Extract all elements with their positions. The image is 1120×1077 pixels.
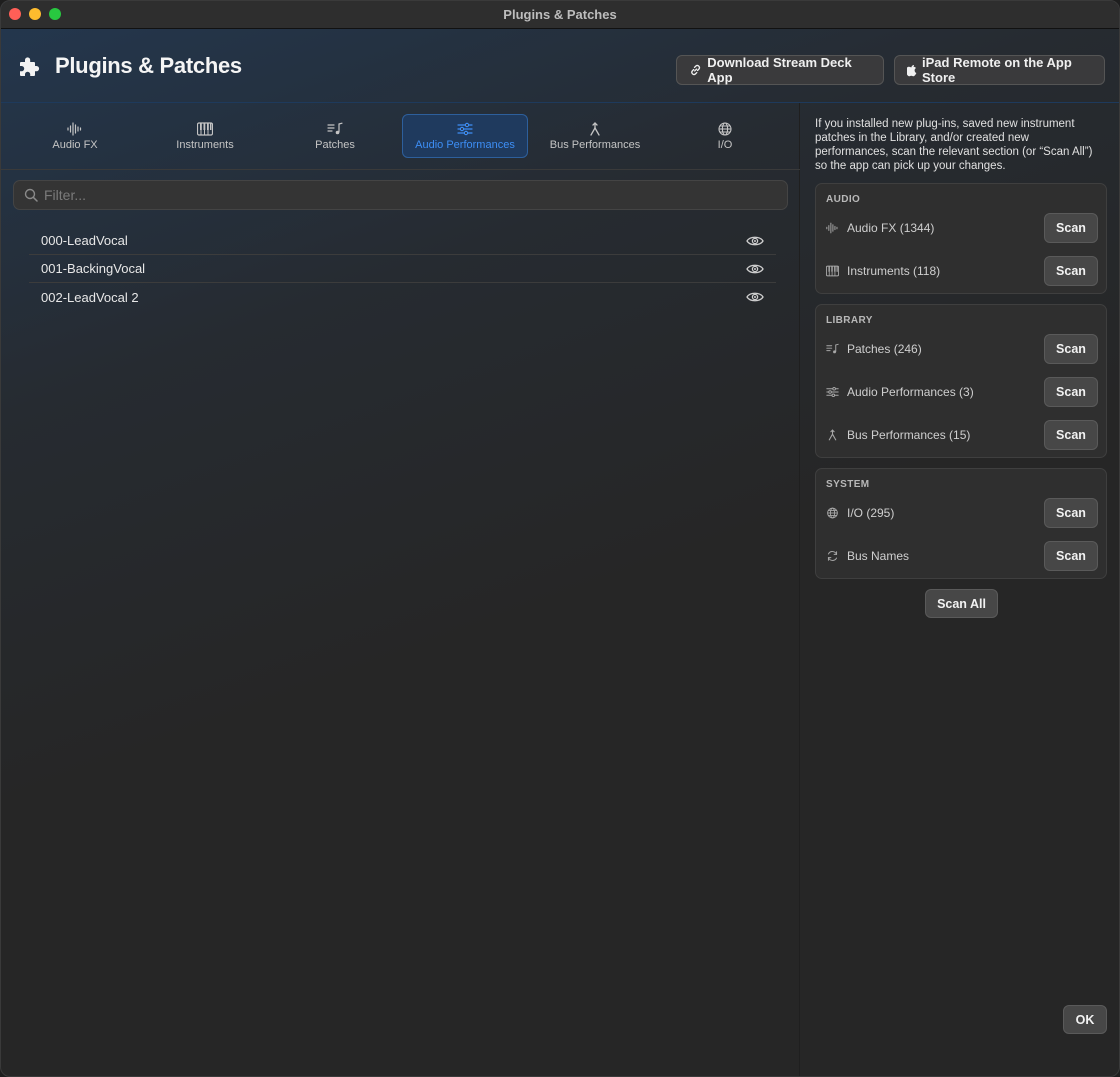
scan-all-button[interactable]: Scan All (925, 589, 998, 618)
piano-icon (826, 265, 839, 277)
group-title: SYSTEM (826, 479, 870, 490)
tab-audio-performances[interactable]: Audio Performances (402, 114, 528, 158)
eye-icon[interactable] (746, 263, 764, 275)
puzzle-piece-icon (20, 57, 40, 76)
header: Plugins & Patches Download Stream Deck A… (1, 29, 1119, 103)
row-label: I/O (295) (847, 506, 895, 520)
tab-patches[interactable]: Patches (272, 114, 398, 158)
list-item[interactable]: 001-BackingVocal (29, 255, 776, 283)
tab-io[interactable]: I/O (662, 114, 788, 158)
waveform-icon (826, 222, 839, 234)
scan-instructions: If you installed new plug-ins, saved new… (815, 118, 1093, 172)
scan-instruments-button[interactable]: Scan (1044, 256, 1098, 286)
scan-audio-fx-button[interactable]: Scan (1044, 213, 1098, 243)
scan-sidebar: If you installed new plug-ins, saved new… (801, 103, 1119, 1076)
tab-bus-performances[interactable]: Bus Performances (532, 114, 658, 158)
tab-label: Patches (315, 138, 355, 151)
window-title: Plugins & Patches (503, 7, 617, 22)
link-icon (691, 64, 701, 76)
ipad-remote-button[interactable]: iPad Remote on the App Store (894, 55, 1105, 85)
left-pane: Audio FX Instruments Patches Audio Perfo… (1, 103, 800, 1076)
download-stream-deck-label: Download Stream Deck App (707, 55, 852, 85)
group-title: AUDIO (826, 194, 861, 205)
waveform-icon (67, 122, 83, 136)
system-group: SYSTEM I/O (295) Scan Bus Names Scan (815, 468, 1107, 579)
tab-label: Instruments (176, 138, 234, 151)
tab-label: Audio Performances (415, 138, 515, 151)
ok-button[interactable]: OK (1063, 1005, 1107, 1034)
maximize-window-button[interactable] (49, 8, 61, 20)
filter-field[interactable] (13, 180, 788, 210)
scan-io-button[interactable]: Scan (1044, 498, 1098, 528)
scan-bus-performances-button[interactable]: Scan (1044, 420, 1098, 450)
merge-icon (587, 122, 603, 136)
music-list-icon (826, 343, 839, 355)
scan-audio-performances-button[interactable]: Scan (1044, 377, 1098, 407)
title-bar: Plugins & Patches (1, 1, 1119, 29)
search-icon (24, 188, 38, 202)
row-label: Patches (246) (847, 342, 922, 356)
tab-bar: Audio FX Instruments Patches Audio Perfo… (1, 103, 800, 170)
group-title: LIBRARY (826, 315, 873, 326)
filter-input[interactable] (44, 187, 744, 203)
apple-icon (907, 64, 917, 76)
music-list-icon (327, 122, 343, 136)
refresh-icon (826, 550, 839, 562)
tab-audio-fx[interactable]: Audio FX (12, 114, 138, 158)
bus-names-row: Bus Names Scan (826, 541, 1098, 571)
page-title: Plugins & Patches (55, 53, 242, 78)
sliders-icon (457, 122, 473, 136)
row-label: Bus Performances (15) (847, 428, 971, 442)
sliders-icon (826, 386, 839, 398)
globe-icon (826, 507, 839, 519)
tab-label: Audio FX (52, 138, 98, 151)
audio-group: AUDIO Audio FX (1344) Scan Instruments (… (815, 183, 1107, 294)
row-label: Instruments (118) (847, 264, 941, 278)
scan-patches-button[interactable]: Scan (1044, 334, 1098, 364)
eye-icon[interactable] (746, 235, 764, 247)
minimize-window-button[interactable] (29, 8, 41, 20)
tab-label: I/O (717, 138, 733, 151)
instruments-row: Instruments (118) Scan (826, 256, 1098, 286)
tab-instruments[interactable]: Instruments (142, 114, 268, 158)
list-item-name: 002-LeadVocal 2 (41, 289, 139, 305)
scan-bus-names-button[interactable]: Scan (1044, 541, 1098, 571)
list-item[interactable]: 002-LeadVocal 2 (29, 283, 776, 311)
io-row: I/O (295) Scan (826, 498, 1098, 528)
download-stream-deck-button[interactable]: Download Stream Deck App (676, 55, 884, 85)
ipad-remote-label: iPad Remote on the App Store (922, 55, 1072, 85)
list-item[interactable]: 000-LeadVocal (29, 227, 776, 255)
audio-fx-row: Audio FX (1344) Scan (826, 213, 1098, 243)
eye-icon[interactable] (746, 291, 764, 303)
row-label: Audio Performances (3) (847, 385, 974, 399)
merge-icon (826, 429, 839, 441)
bus-performances-row: Bus Performances (15) Scan (826, 420, 1098, 450)
close-window-button[interactable] (9, 8, 21, 20)
performance-list: 000-LeadVocal 001-BackingVocal 002-LeadV… (29, 227, 776, 311)
traffic-lights (9, 8, 61, 20)
row-label: Bus Names (847, 549, 910, 563)
row-label: Audio FX (1344) (847, 221, 935, 235)
library-group: LIBRARY Patches (246) Scan Audio Perform… (815, 304, 1107, 458)
audio-performances-row: Audio Performances (3) Scan (826, 377, 1098, 407)
plugins-window: Plugins & Patches Plugins & Patches Down… (0, 0, 1120, 1077)
patches-row: Patches (246) Scan (826, 334, 1098, 364)
tab-label: Bus Performances (549, 138, 641, 151)
piano-icon (197, 122, 213, 136)
list-item-name: 000-LeadVocal (41, 233, 128, 248)
list-item-name: 001-BackingVocal (41, 261, 146, 276)
globe-icon (717, 122, 733, 136)
